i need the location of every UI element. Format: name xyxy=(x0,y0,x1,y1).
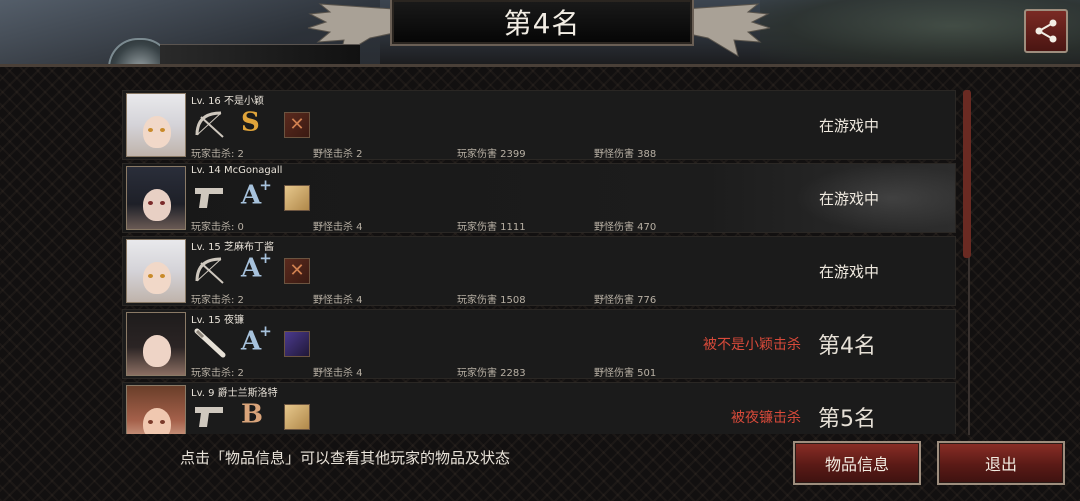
player-row[interactable]: Lv. 16 不是小颖 S ✕ 玩家击杀: 2 野怪击杀 2 玩家伤害 2399… xyxy=(122,90,956,160)
player-list: Lv. 16 不是小颖 S ✕ 玩家击杀: 2 野怪击杀 2 玩家伤害 2399… xyxy=(122,90,956,434)
item-info-button[interactable]: 物品信息 xyxy=(793,441,921,485)
rank-grade: B xyxy=(241,399,263,430)
rank-grade: A+ xyxy=(241,176,272,211)
scrollbar-thumb[interactable] xyxy=(963,90,971,258)
status-badge: 在游戏中 xyxy=(819,262,880,281)
avatar xyxy=(126,385,186,434)
rank-grade: A+ xyxy=(241,249,272,284)
share-icon xyxy=(1035,19,1057,43)
player-level-name: Lv. 9 爵士兰斯洛特 xyxy=(191,388,278,399)
item-icon[interactable] xyxy=(284,331,310,357)
avatar xyxy=(126,239,186,303)
player-level-name: Lv. 14 McGonagall xyxy=(191,165,283,176)
monster-kills: 野怪击杀 2 xyxy=(313,149,363,160)
avatar xyxy=(126,166,186,230)
monster-damage: 野怪伤害 501 xyxy=(594,368,657,379)
player-damage: 玩家伤害 1508 xyxy=(457,295,526,306)
title-banner: 第4名 xyxy=(390,0,694,46)
monster-kills: 野怪击杀 4 xyxy=(313,295,363,306)
pistol-icon xyxy=(195,188,223,208)
footer-hint: 点击「物品信息」可以查看其他玩家的物品及状态 xyxy=(180,449,511,467)
player-damage: 玩家伤害 2399 xyxy=(457,149,526,160)
monster-kills: 野怪击杀 4 xyxy=(313,222,363,233)
killed-by-text: 被不是小颖击杀 xyxy=(703,337,801,353)
player-level-name: Lv. 16 不是小颖 xyxy=(191,96,264,107)
exit-button[interactable]: 退出 xyxy=(937,441,1065,485)
player-damage: 玩家伤害 2283 xyxy=(457,368,526,379)
status-badge: 在游戏中 xyxy=(819,116,880,135)
player-row[interactable]: Lv. 15 芝麻布丁酱 A+ ✕ 玩家击杀: 2 野怪击杀 4 玩家伤害 15… xyxy=(122,236,956,306)
item-icon[interactable]: ✕ xyxy=(284,112,310,138)
player-kills: 玩家击杀: 2 xyxy=(191,368,244,379)
bow-icon xyxy=(195,111,224,138)
player-kills: 玩家击杀: 2 xyxy=(191,295,244,306)
placement-rank: 第5名 xyxy=(818,407,876,432)
avatar xyxy=(126,312,186,376)
rank-grade: S xyxy=(241,107,260,138)
avatar xyxy=(126,93,186,157)
page-title: 第4名 xyxy=(503,7,581,40)
placement-rank: 第4名 xyxy=(818,334,876,359)
player-damage: 玩家伤害 1111 xyxy=(457,222,526,233)
bow-icon xyxy=(195,257,224,284)
share-button[interactable] xyxy=(1024,9,1068,53)
player-kills: 玩家击杀: 0 xyxy=(191,222,244,233)
item-icon[interactable] xyxy=(284,185,310,211)
monster-damage: 野怪伤害 776 xyxy=(594,295,657,306)
rank-grade: A+ xyxy=(241,322,272,357)
item-icon[interactable]: ✕ xyxy=(284,258,310,284)
player-row[interactable]: Lv. 14 McGonagall A+ 玩家击杀: 0 野怪击杀 4 玩家伤害… xyxy=(122,163,956,233)
monster-kills: 野怪击杀 4 xyxy=(313,368,363,379)
player-row[interactable]: Lv. 9 爵士兰斯洛特 B 被夜镰击杀 第5名 xyxy=(122,382,956,434)
item-icon[interactable] xyxy=(284,404,310,430)
bat-icon xyxy=(194,328,226,358)
status-badge: 在游戏中 xyxy=(819,189,880,208)
monster-damage: 野怪伤害 470 xyxy=(594,222,657,233)
player-level-name: Lv. 15 夜镰 xyxy=(191,315,244,326)
player-row[interactable]: Lv. 15 夜镰 A+ 玩家击杀: 2 野怪击杀 4 玩家伤害 2283 野怪… xyxy=(122,309,956,379)
monster-damage: 野怪伤害 388 xyxy=(594,149,657,160)
killed-by-text: 被夜镰击杀 xyxy=(731,410,801,426)
pistol-icon xyxy=(195,407,223,427)
player-kills: 玩家击杀: 2 xyxy=(191,149,244,160)
